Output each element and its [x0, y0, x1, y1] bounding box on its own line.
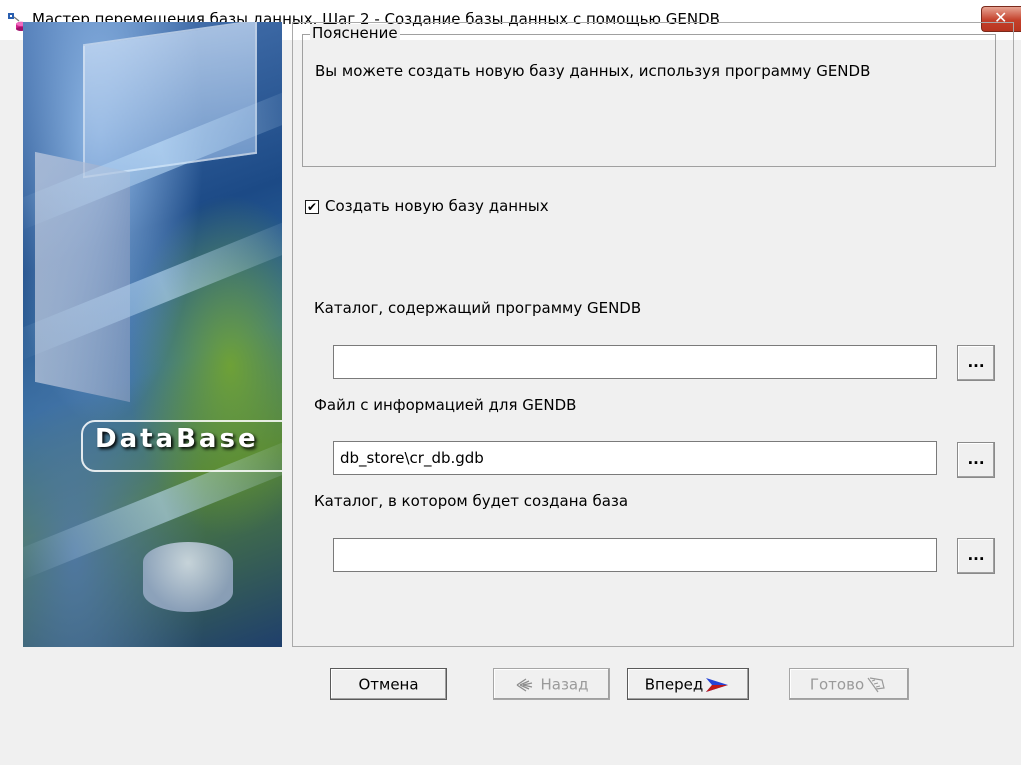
target-folder-input[interactable] [333, 538, 937, 572]
cancel-button[interactable]: Отмена [330, 668, 447, 700]
cancel-label: Отмена [358, 675, 419, 694]
finish-label: Готово [809, 675, 865, 694]
create-db-checkbox[interactable]: ✔ [305, 200, 319, 214]
gendb-folder-input[interactable] [333, 345, 937, 379]
gendb-info-file-browse-button[interactable]: ... [957, 442, 995, 478]
create-db-label[interactable]: Создать новую базу данных [325, 197, 549, 215]
finish-button[interactable]: Готово [789, 668, 909, 700]
explanation-group [302, 34, 996, 167]
explanation-legend: Пояснение [310, 24, 400, 42]
gendb-folder-label: Каталог, содержащий программу GENDB [314, 299, 642, 317]
gendb-info-file-input[interactable]: db_store\cr_db.gdb [333, 441, 937, 475]
next-button[interactable]: Вперед [627, 668, 749, 700]
disk-illustration [143, 542, 233, 612]
back-label: Назад [540, 675, 589, 694]
target-folder-label: Каталог, в котором будет создана база [314, 492, 629, 510]
next-arrow-icon [706, 677, 729, 692]
back-arrow-icon [517, 677, 533, 692]
back-button[interactable]: Назад [493, 668, 610, 700]
banner-text: DataBase [95, 424, 259, 454]
gendb-info-file-label: Файл с информацией для GENDB [314, 396, 577, 414]
gendb-folder-browse-button[interactable]: ... [957, 345, 995, 381]
wizard-side-image: DataBase [23, 22, 282, 647]
explanation-text: Вы можете создать новую базу данных, исп… [315, 62, 871, 80]
finish-flag-icon [867, 676, 885, 692]
next-label: Вперед [644, 675, 704, 694]
target-folder-browse-button[interactable]: ... [957, 538, 995, 574]
